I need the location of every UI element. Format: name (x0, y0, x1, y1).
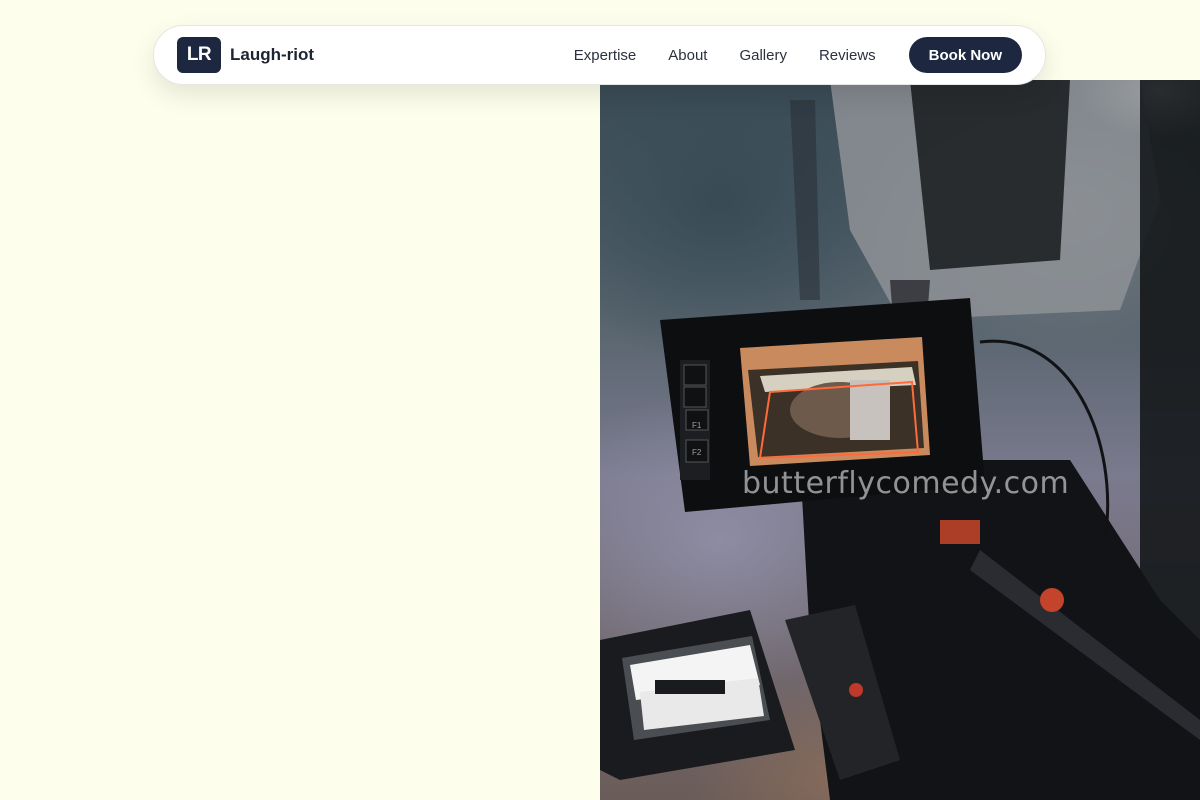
top-navbar: LR Laugh-riot Expertise About Gallery Re… (153, 25, 1046, 85)
nav-link-about[interactable]: About (668, 47, 707, 64)
book-now-button[interactable]: Book Now (908, 37, 1022, 73)
brand-name: Laugh-riot (230, 45, 315, 64)
monitor-button-f2: F2 (692, 448, 702, 457)
nav-links: Expertise About Gallery Reviews (574, 47, 876, 64)
nav-link-gallery[interactable]: Gallery (739, 47, 787, 64)
nav-link-reviews[interactable]: Reviews (819, 47, 876, 64)
brand-logo-link[interactable]: LR Laugh-riot (177, 37, 314, 73)
camera-rig-illustration: F1 F2 (600, 80, 1200, 800)
monitor-button-f1: F1 (692, 421, 702, 430)
brand-logo-mark: LR (177, 37, 221, 73)
hero-image: F1 F2 butterflycomedy.com (600, 80, 1200, 800)
nav-link-expertise[interactable]: Expertise (574, 47, 637, 64)
flip-screen (600, 610, 795, 780)
watermark-text: butterflycomedy.com (742, 466, 1070, 501)
